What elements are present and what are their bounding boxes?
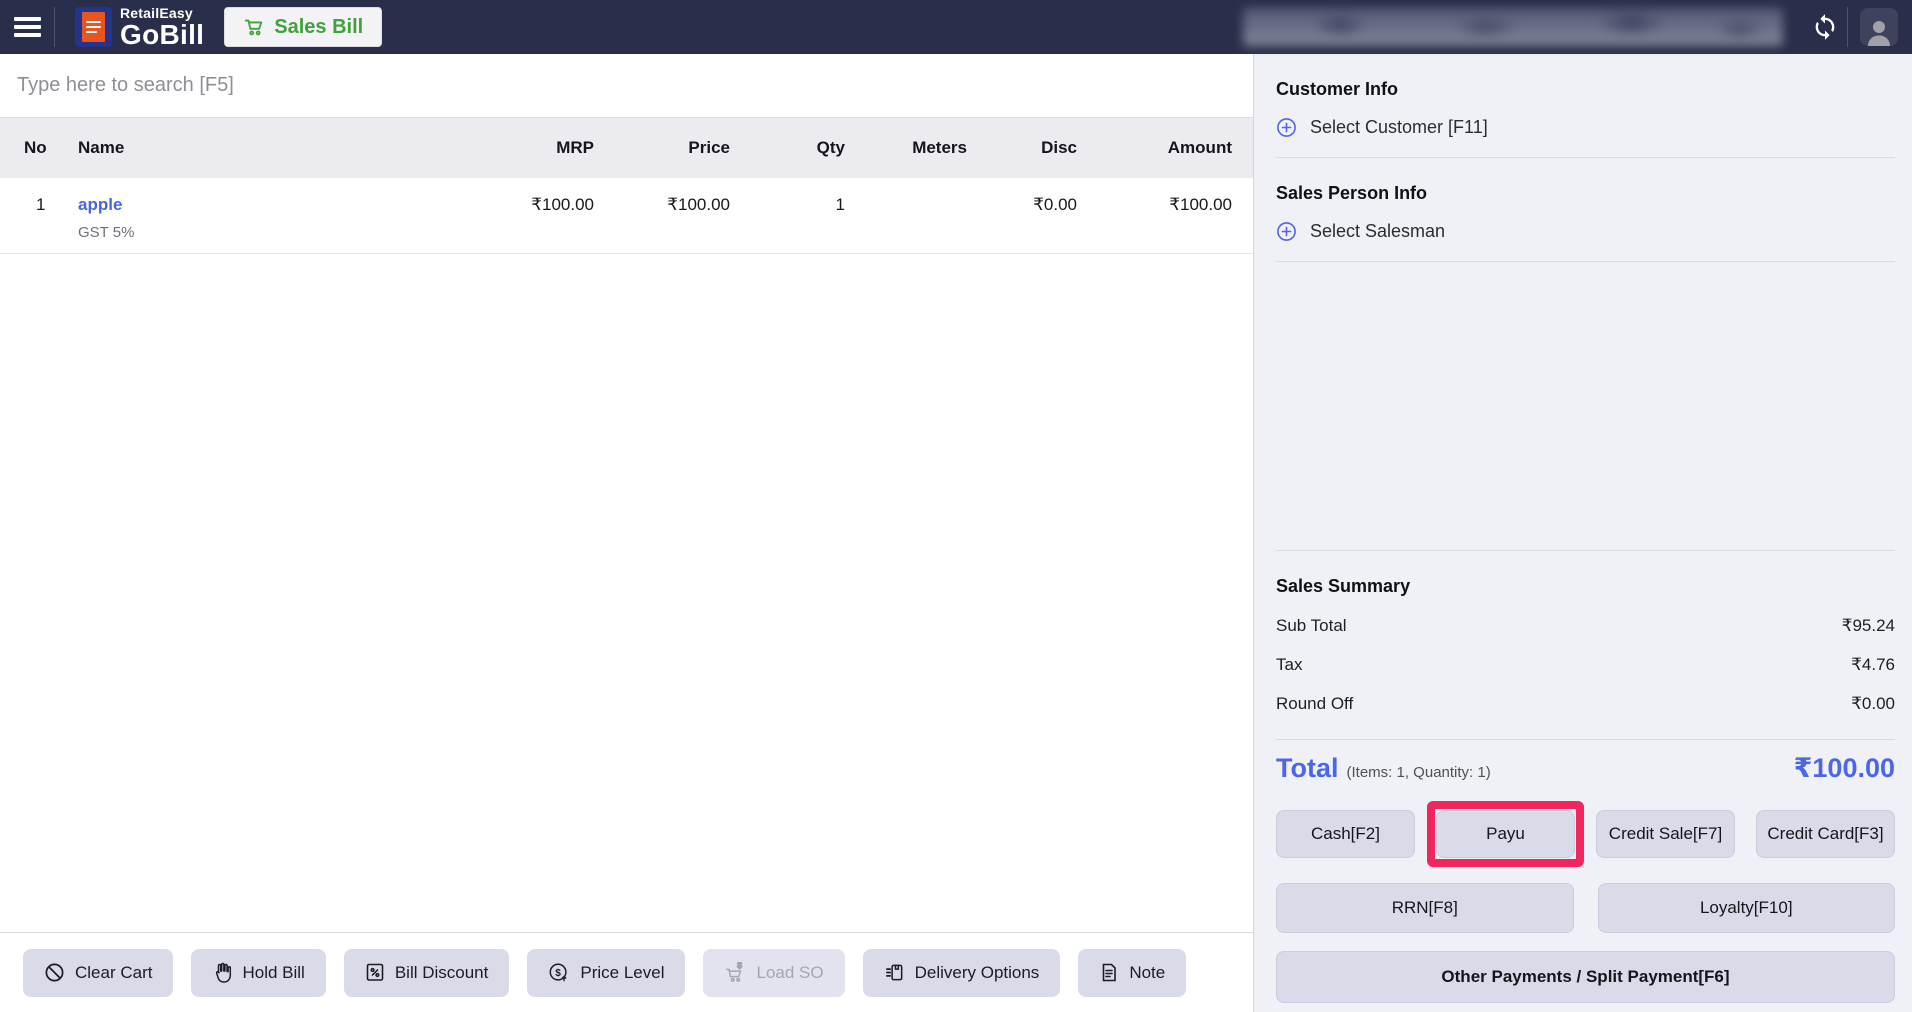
subtotal-row: Sub Total ₹95.24	[1276, 616, 1895, 636]
header-mrp: MRP	[556, 138, 594, 157]
select-customer-label: Select Customer [F11]	[1310, 117, 1488, 137]
credit-card-button[interactable]: Credit Card[F3]	[1756, 810, 1895, 858]
header-name: Name	[78, 138, 125, 157]
header-meters: Meters	[912, 138, 967, 157]
row-amount: ₹100.00	[1169, 195, 1232, 214]
cash-payment-button[interactable]: Cash[F2]	[1276, 810, 1415, 858]
top-navbar: RetailEasy GoBill Sales Bill	[0, 0, 1912, 54]
header-amount: Amount	[1167, 138, 1232, 157]
sales-summary-title: Sales Summary	[1276, 576, 1411, 596]
loyalty-button[interactable]: Loyalty[F10]	[1597, 883, 1895, 933]
cart-icon	[243, 16, 265, 38]
app-logo: RetailEasy GoBill	[75, 6, 204, 49]
payu-payment-button[interactable]: Payu	[1436, 810, 1575, 858]
customer-info-section: Customer Info Select Customer [F11]	[1276, 54, 1895, 158]
clear-cart-label: Clear Cart	[75, 962, 153, 982]
note-document-icon	[1099, 962, 1119, 983]
percent-receipt-icon	[365, 962, 385, 983]
svg-text:$: $	[738, 962, 743, 970]
refresh-icon	[1811, 13, 1839, 41]
hold-bill-button[interactable]: Hold Bill	[191, 948, 326, 997]
slash-circle-icon	[44, 962, 65, 983]
navbar-divider	[1847, 7, 1848, 47]
header-price: Price	[688, 138, 730, 157]
dollar-circle-icon: $	[548, 962, 570, 984]
total-amount: ₹100.00	[1793, 753, 1895, 783]
roundoff-value: ₹0.00	[1851, 694, 1895, 713]
navbar-divider	[54, 7, 55, 47]
sales-bill-tab[interactable]: Sales Bill	[224, 7, 383, 47]
total-label: Total	[1276, 753, 1339, 783]
payment-buttons: Cash[F2] Payu Credit Sale[F7] Credit Car…	[1276, 801, 1895, 1003]
tax-label: Tax	[1276, 655, 1303, 674]
row-price: ₹100.00	[667, 195, 730, 214]
table-row: 1 apple GST 5% ₹100.00 ₹100.00 1 ₹0.00 ₹…	[0, 178, 1253, 254]
header-disc: Disc	[1041, 138, 1077, 157]
total-items-meta: (Items: 1, Quantity: 1)	[1346, 764, 1491, 781]
hamburger-menu-button[interactable]	[0, 0, 54, 54]
price-level-button[interactable]: $ Price Level	[527, 948, 686, 997]
note-button[interactable]: Note	[1078, 948, 1187, 997]
items-table-header: No Name MRP Price Qty Meters Disc Amount	[0, 118, 1253, 178]
sales-person-title: Sales Person Info	[1276, 183, 1428, 203]
header-qty: Qty	[816, 138, 845, 157]
row-mrp: ₹100.00	[531, 195, 594, 214]
cart-dollar-icon: $	[724, 962, 746, 984]
refresh-button[interactable]	[1803, 0, 1847, 54]
select-salesman-button[interactable]: Select Salesman	[1276, 221, 1445, 242]
bill-discount-label: Bill Discount	[394, 962, 489, 982]
tax-row: Tax ₹4.76	[1276, 655, 1895, 675]
load-so-button: $ Load SO	[703, 948, 845, 997]
clear-cart-button[interactable]: Clear Cart	[23, 948, 174, 997]
checkout-panel: Customer Info Select Customer [F11] Sale…	[1253, 54, 1912, 1012]
sales-bill-label: Sales Bill	[274, 15, 364, 38]
row-no: 1	[36, 195, 46, 214]
svg-text:$: $	[556, 967, 562, 978]
brand-name-bottom: GoBill	[120, 18, 205, 50]
select-salesman-label: Select Salesman	[1310, 221, 1446, 241]
user-icon	[1864, 18, 1894, 46]
tax-value: ₹4.76	[1851, 655, 1895, 674]
payu-highlight-box: Payu	[1427, 801, 1584, 867]
load-so-label: Load SO	[756, 962, 824, 982]
note-label: Note	[1129, 962, 1166, 982]
sales-summary-section: Sales Summary Sub Total ₹95.24 Tax ₹4.76…	[1276, 550, 1895, 714]
delivery-box-icon	[884, 962, 905, 983]
row-qty[interactable]: 1	[730, 195, 845, 215]
credit-sale-button[interactable]: Credit Sale[F7]	[1596, 810, 1735, 858]
row-disc: ₹0.00	[1033, 195, 1077, 214]
header-no: No	[24, 138, 47, 157]
gobill-logo-icon	[75, 7, 112, 47]
item-search-input[interactable]	[0, 54, 1253, 118]
plus-circle-icon	[1276, 117, 1297, 138]
roundoff-row: Round Off ₹0.00	[1276, 694, 1895, 714]
price-level-label: Price Level	[580, 962, 665, 982]
gobill-app: RetailEasy GoBill Sales Bill Type here t…	[0, 0, 1912, 1012]
bill-discount-button[interactable]: Bill Discount	[343, 948, 510, 997]
item-name-link[interactable]: apple	[78, 195, 122, 215]
customer-info-title: Customer Info	[1276, 79, 1399, 99]
delivery-options-label: Delivery Options	[914, 962, 1040, 982]
user-avatar-button[interactable]	[1860, 8, 1898, 46]
delivery-options-button[interactable]: Delivery Options	[862, 948, 1061, 997]
other-payments-button[interactable]: Other Payments / Split Payment[F6]	[1276, 951, 1895, 1003]
roundoff-label: Round Off	[1276, 694, 1354, 713]
subtotal-label: Sub Total	[1276, 616, 1347, 635]
rrn-button[interactable]: RRN[F8]	[1276, 883, 1574, 933]
hand-icon	[212, 962, 232, 984]
brand-name-top: RetailEasy	[120, 4, 193, 21]
total-row: Total (Items: 1, Quantity: 1) ₹100.00	[1276, 739, 1895, 784]
select-customer-button[interactable]: Select Customer [F11]	[1276, 117, 1488, 138]
billing-area: No Name MRP Price Qty Meters Disc Amount…	[0, 54, 1253, 1012]
main-area: No Name MRP Price Qty Meters Disc Amount…	[0, 54, 1912, 1012]
plus-circle-icon	[1276, 221, 1297, 242]
blurred-store-name	[1243, 8, 1783, 46]
subtotal-value: ₹95.24	[1841, 616, 1895, 635]
hold-bill-label: Hold Bill	[242, 962, 305, 982]
bottom-action-bar: Clear Cart Hold Bill Bill Discount $ Pri…	[0, 932, 1253, 1012]
item-tax-label: GST 5%	[78, 224, 135, 241]
sales-person-section: Sales Person Info Select Salesman	[1276, 158, 1895, 262]
